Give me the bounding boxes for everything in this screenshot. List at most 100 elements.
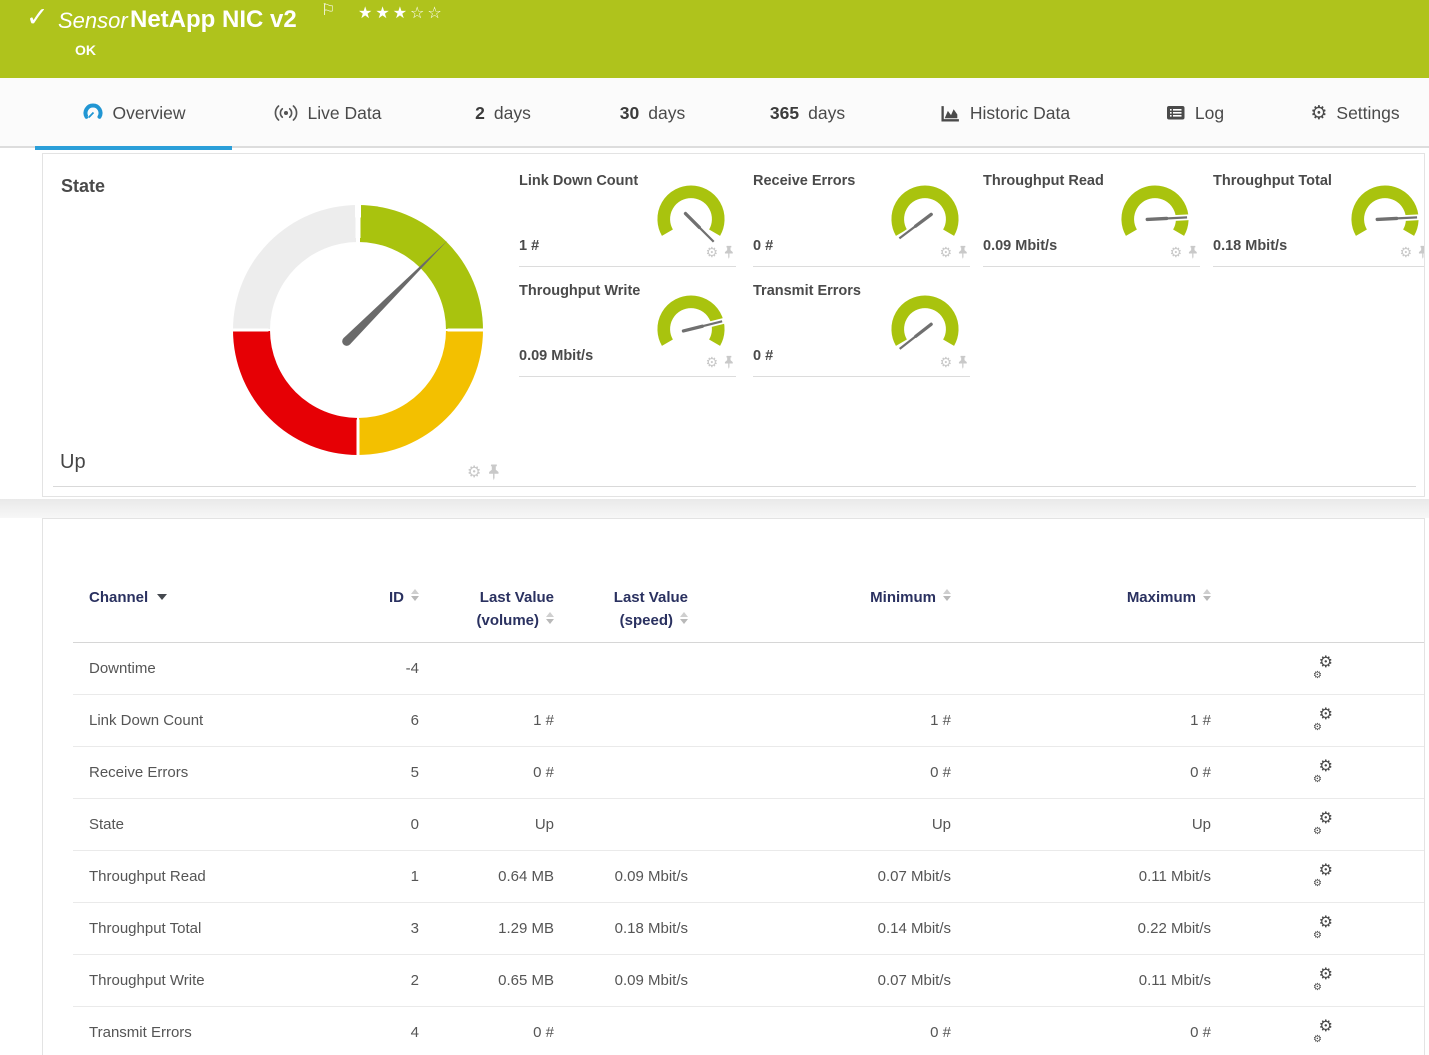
gauge-panel-link-down-count: Link Down Count 1 # ⚙ xyxy=(519,170,736,267)
pin-icon[interactable] xyxy=(958,355,968,370)
channel-name[interactable]: Throughput Read xyxy=(89,868,379,885)
minimum-value: 0 # xyxy=(688,1024,951,1041)
tab-label: Live Data xyxy=(308,103,382,124)
channel-name[interactable]: Link Down Count xyxy=(89,712,379,729)
gauge-value: 1 # xyxy=(519,238,539,254)
column-header-channel[interactable]: Channel xyxy=(89,586,379,609)
pin-icon[interactable] xyxy=(1188,245,1198,260)
gauge-panel-transmit-errors: Transmit Errors 0 # ⚙ xyxy=(753,280,970,377)
channel-name[interactable]: Receive Errors xyxy=(89,764,379,781)
gauges-panel: State Up ⚙ Link Down Count 1 # ⚙ xyxy=(42,153,1425,497)
flag-icon[interactable]: ⚐ xyxy=(321,0,335,20)
state-gauge-needle xyxy=(340,237,451,348)
channel-settings-icon[interactable]: ⚙⚙ xyxy=(1311,812,1335,834)
maximum-value: 0.11 Mbit/s xyxy=(951,868,1211,885)
gear-icon: ⚙ xyxy=(1310,102,1327,125)
tab-label: days xyxy=(808,103,845,124)
channel-settings-icon[interactable]: ⚙⚙ xyxy=(1311,864,1335,886)
state-gauge-actions: ⚙ xyxy=(467,462,500,482)
gauge-settings-icon[interactable]: ⚙ xyxy=(705,244,718,261)
channel-name[interactable]: Throughput Write xyxy=(89,972,379,989)
tab-live-data[interactable]: Live Data xyxy=(252,78,402,148)
tab-log[interactable]: Log xyxy=(1145,78,1245,148)
channel-id: 6 xyxy=(379,712,419,729)
channel-name[interactable]: Downtime xyxy=(89,660,379,677)
tab-number: 30 xyxy=(620,103,639,124)
channel-settings-icon[interactable]: ⚙⚙ xyxy=(1311,760,1335,782)
tab-365-days[interactable]: 365 days xyxy=(745,78,870,148)
column-header-last-value-volume[interactable]: Last Value (volume) xyxy=(419,586,554,632)
tab-label: Overview xyxy=(113,103,186,124)
column-header-maximum[interactable]: Maximum xyxy=(951,586,1211,609)
tab-label: days xyxy=(648,103,685,124)
column-title: Last Value xyxy=(614,589,688,606)
channel-settings-icon[interactable]: ⚙⚙ xyxy=(1311,968,1335,990)
table-row-downtime: Downtime -4 ⚙⚙ xyxy=(73,643,1425,695)
gauge-icon xyxy=(82,102,104,124)
pin-icon[interactable] xyxy=(958,245,968,260)
tab-historic-data[interactable]: Historic Data xyxy=(910,78,1100,148)
state-donut-gauge xyxy=(233,205,483,455)
column-header-minimum[interactable]: Minimum xyxy=(688,586,951,609)
gauge-settings-icon[interactable]: ⚙ xyxy=(467,462,481,482)
tab-label: Log xyxy=(1195,103,1224,124)
gauge-panel-receive-errors: Receive Errors 0 # ⚙ xyxy=(753,170,970,267)
log-list-icon xyxy=(1166,105,1186,121)
channel-table-panel: Channel ID Last Value (volume) Last Valu… xyxy=(42,518,1425,1055)
sort-icon xyxy=(411,589,419,601)
last-value-volume: 1.29 MB xyxy=(419,920,554,937)
sort-desc-icon xyxy=(157,594,167,600)
tab-30-days[interactable]: 30 days xyxy=(595,78,710,148)
status-badge: OK xyxy=(75,42,96,58)
last-value-volume: 1 # xyxy=(419,712,554,729)
channel-settings-icon[interactable]: ⚙⚙ xyxy=(1311,1020,1335,1042)
channel-name[interactable]: Throughput Total xyxy=(89,920,379,937)
gauge-settings-icon[interactable]: ⚙ xyxy=(705,354,718,371)
pin-icon[interactable] xyxy=(724,245,734,260)
column-subtitle: (speed) xyxy=(620,612,673,629)
channel-name[interactable]: State xyxy=(89,816,379,833)
gauge-value: 0 # xyxy=(753,348,773,364)
gauge-settings-icon[interactable]: ⚙ xyxy=(1399,244,1412,261)
star-rating[interactable]: ★★★☆☆ xyxy=(358,3,445,23)
sensor-kind-label: Sensor xyxy=(58,8,128,34)
tab-settings[interactable]: ⚙ Settings xyxy=(1290,78,1420,148)
tab-number: 2 xyxy=(475,103,485,124)
last-value-volume: 0 # xyxy=(419,1024,554,1041)
gauge-settings-icon[interactable]: ⚙ xyxy=(1169,244,1182,261)
gauge-panel-throughput-read: Throughput Read 0.09 Mbit/s ⚙ xyxy=(983,170,1200,267)
gauge-settings-icon[interactable]: ⚙ xyxy=(939,354,952,371)
tab-bar: Overview Live Data 2 days 30 days 365 da… xyxy=(0,78,1429,148)
column-header-id[interactable]: ID xyxy=(379,586,419,609)
pin-icon[interactable] xyxy=(1418,245,1425,260)
column-title: Maximum xyxy=(1127,589,1196,606)
channel-id: 2 xyxy=(379,972,419,989)
gauge-label: Receive Errors xyxy=(753,173,855,189)
gauge-value: 0.09 Mbit/s xyxy=(983,238,1057,254)
tab-label: Historic Data xyxy=(970,103,1070,124)
channel-settings-icon[interactable]: ⚙⚙ xyxy=(1311,916,1335,938)
broadcast-icon xyxy=(273,103,299,123)
last-value-speed: 0.09 Mbit/s xyxy=(554,868,688,885)
gauge-value: 0.09 Mbit/s xyxy=(519,348,593,364)
channel-name[interactable]: Transmit Errors xyxy=(89,1024,379,1041)
sort-icon xyxy=(680,612,688,624)
column-title: ID xyxy=(389,589,404,606)
maximum-value: 0 # xyxy=(951,1024,1211,1041)
column-title: Minimum xyxy=(870,589,936,606)
channel-table: Channel ID Last Value (volume) Last Valu… xyxy=(73,586,1425,1055)
column-title: Last Value xyxy=(480,589,554,606)
column-header-last-value-speed[interactable]: Last Value (speed) xyxy=(554,586,688,632)
gauge-label: Transmit Errors xyxy=(753,283,861,299)
tab-2-days[interactable]: 2 days xyxy=(448,78,558,148)
pin-icon[interactable] xyxy=(724,355,734,370)
state-gauge-title: State xyxy=(61,176,105,197)
table-row-state: State 0 Up Up Up ⚙⚙ xyxy=(73,799,1425,851)
channel-settings-icon[interactable]: ⚙⚙ xyxy=(1311,656,1335,678)
channel-settings-icon[interactable]: ⚙⚙ xyxy=(1311,708,1335,730)
pin-icon[interactable] xyxy=(488,464,500,481)
channel-id: 0 xyxy=(379,816,419,833)
gauge-settings-icon[interactable]: ⚙ xyxy=(939,244,952,261)
gauge-label: Throughput Total xyxy=(1213,173,1332,189)
tab-overview[interactable]: Overview xyxy=(35,78,232,148)
